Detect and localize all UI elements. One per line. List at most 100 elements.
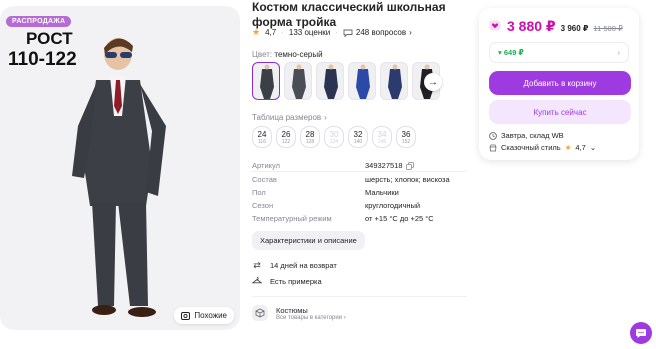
image-search-icon [181, 311, 191, 320]
color-thumb[interactable] [252, 62, 280, 100]
size-option[interactable]: 36 152 [396, 126, 416, 148]
questions-icon [343, 29, 353, 37]
color-thumb[interactable] [348, 62, 376, 100]
spec-key: Состав [252, 175, 277, 184]
fitting-text: Есть примерка [270, 276, 322, 286]
spec-key: Температурный режим [252, 214, 332, 223]
price-main: 3 880 ₽ [507, 18, 556, 34]
color-label: Цвет: темно-серый [252, 50, 323, 59]
spec-row-season: Сезон круглогодичный [252, 201, 467, 210]
size-option[interactable]: 28 128 [300, 126, 320, 148]
questions-count: 248 вопросов [355, 28, 407, 37]
size-table-link[interactable]: Таблица размеров › [252, 113, 327, 122]
product-title: Костюм классический школьная форма тройк… [252, 0, 446, 29]
fitting-info: Есть примерка [251, 276, 322, 286]
questions-link[interactable]: 248 вопросов › [343, 28, 412, 37]
sale-badge: РАСПРОДАЖА [6, 16, 72, 27]
size-height: 122 [281, 138, 291, 145]
size-height: 116 [258, 138, 266, 145]
color-thumb[interactable] [380, 62, 408, 100]
separator: · [335, 28, 338, 37]
spec-value: шерсть; хлопок; вискоза [365, 175, 450, 184]
suit-thumbnail-icon [260, 64, 274, 99]
size-height: 128 [305, 138, 315, 145]
spec-value: 349327518 [365, 161, 414, 170]
spec-row-composition: Состав шерсть; хлопок; вискоза [252, 175, 467, 184]
clock-icon [489, 131, 497, 140]
wallet-heart-icon [489, 20, 501, 34]
size-option[interactable]: 26 122 [276, 126, 296, 148]
category-subtitle: Все товары в категории › [276, 314, 346, 321]
size-number: 28 [305, 129, 315, 139]
separator: · [281, 28, 284, 37]
spec-value: Мальчики [365, 188, 399, 197]
rating-value: 4,7 [265, 28, 277, 37]
size-height: 146 [377, 138, 387, 145]
seller-info[interactable]: Сказочный стиль ★ 4,7 ⌄ [489, 143, 596, 152]
category-title: Костюмы [276, 305, 308, 315]
size-option[interactable]: 24 116 [252, 126, 272, 148]
color-thumbnails [252, 62, 440, 100]
copy-icon[interactable] [405, 161, 414, 170]
chevron-down-icon: ⌄ [589, 143, 597, 152]
article-number: 349327518 [365, 161, 403, 170]
size-selector: 24 116 26 122 28 128 30 134 32 140 34 146 36 15… [252, 126, 416, 148]
size-number: 34 [377, 129, 387, 139]
spec-key: Артикул [252, 161, 280, 170]
rating-row: ★ 4,7 · 133 оценки · 248 вопросов › [252, 27, 412, 38]
category-link[interactable]: Костюмы Все товары в категории › [252, 305, 346, 321]
spec-row-gender: Пол Мальчики [252, 188, 467, 197]
color-thumb[interactable] [316, 62, 344, 100]
delivery-info: Завтра, склад WB [489, 131, 564, 140]
category-subtitle-text: Все товары в категории [276, 314, 343, 321]
product-photo[interactable]: РАСПРОДАЖА РОСТ 110-122 Похожие [0, 6, 240, 330]
size-table-label: Таблица размеров [252, 113, 322, 122]
hanger-icon [251, 276, 263, 286]
similar-button[interactable]: Похожие [174, 307, 234, 324]
price-old: 11 500 ₽ [593, 24, 623, 33]
cashback-value: 649 ₽ [503, 48, 524, 57]
return-text: 14 дней на возврат [270, 261, 337, 270]
size-option-unavailable: 30 134 [324, 126, 344, 148]
chevron-right-icon: › [409, 28, 412, 37]
add-to-cart-button[interactable]: Добавить в корзину [489, 71, 631, 95]
divider [252, 296, 467, 297]
chat-button[interactable] [630, 322, 652, 344]
size-option-unavailable: 34 146 [372, 126, 392, 148]
spec-row-temperature: Температурный режим от +15 °C до +25 °C [252, 214, 467, 223]
return-arrows-icon: ⇄ [253, 260, 261, 270]
delivery-text: Завтра, склад WB [501, 131, 564, 140]
suit-thumbnail-icon [324, 64, 338, 99]
thumbnails-next-button[interactable]: → [424, 73, 442, 91]
similar-button-label: Похожие [194, 311, 227, 320]
reviews-link[interactable]: 133 оценки [289, 28, 330, 37]
seller-rating: 4,7 [575, 143, 586, 152]
size-number: 36 [401, 129, 411, 139]
size-height: 140 [353, 138, 363, 145]
height-label: РОСТ 110-122 [8, 28, 77, 70]
height-label-line1: РОСТ [26, 29, 73, 48]
spec-key: Сезон [252, 201, 274, 210]
suit-thumbnail-icon [292, 64, 306, 99]
chat-icon [636, 328, 646, 338]
spec-row-article: Артикул 349327518 [252, 161, 467, 170]
chevron-right-icon: › [324, 113, 327, 122]
cashback-row[interactable]: ▾ 649 ₽ › [489, 42, 629, 63]
characteristics-button[interactable]: Характеристики и описание [252, 231, 365, 250]
height-label-line2: 110-122 [8, 49, 77, 70]
spec-value: от +15 °C до +25 °C [365, 214, 434, 223]
chevron-right-icon: › [617, 48, 621, 57]
buy-now-button[interactable]: Купить сейчас [489, 100, 631, 124]
color-label-key: Цвет: [252, 50, 273, 59]
size-number: 24 [257, 129, 267, 139]
return-info: ⇄ 14 дней на возврат [252, 260, 337, 271]
size-option[interactable]: 32 140 [348, 126, 368, 148]
price-row: 3 880 ₽ 3 960 ₽ 11 500 ₽ [489, 18, 623, 35]
suit-thumbnail-icon [388, 64, 402, 99]
shop-icon [489, 144, 497, 151]
color-thumb[interactable] [284, 62, 312, 100]
divider [252, 171, 467, 172]
size-height: 134 [329, 138, 339, 145]
spec-key: Пол [252, 188, 266, 197]
size-number: 30 [329, 129, 339, 139]
